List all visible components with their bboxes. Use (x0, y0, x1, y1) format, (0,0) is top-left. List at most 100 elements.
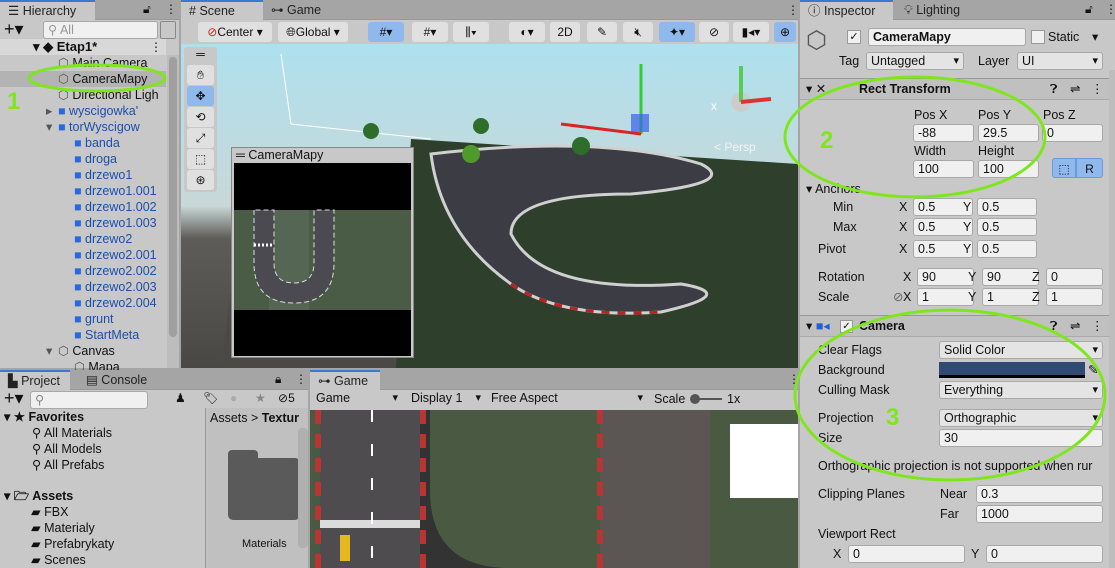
height-input[interactable]: 100 (978, 160, 1039, 178)
far-input[interactable]: 1000 (976, 505, 1103, 523)
more-icon[interactable]: ⋮ (165, 2, 177, 16)
hierarchy-item[interactable]: ■ StartMeta (0, 327, 166, 343)
folder-prefabrykaty[interactable]: ▰ Prefabrykaty (31, 536, 114, 552)
rotate-tool-icon[interactable]: ⟲ (187, 107, 214, 127)
folder-icon[interactable] (228, 458, 300, 520)
tab-game[interactable]: ⊶ Game (310, 370, 380, 390)
more-icon[interactable]: ⋮ (1091, 80, 1104, 98)
hierarchy-item[interactable]: ⬡ CameraMapy (0, 71, 166, 87)
move-tool-icon[interactable]: ✥ (187, 86, 214, 106)
hierarchy-item[interactable]: ⬡ Main Camera (0, 55, 166, 71)
max-y-input[interactable]: 0.5 (977, 218, 1037, 236)
hierarchy-item[interactable]: ■ drzewo2.002 (0, 263, 166, 279)
tag-dropdown[interactable]: Untagged (866, 52, 964, 70)
favorite-all-prefabs[interactable]: ⚲ All Prefabs (32, 457, 104, 473)
tab-hierarchy[interactable]: ☰ Hierarchy (0, 0, 95, 20)
aspect-dropdown[interactable]: Free Aspect (487, 390, 647, 408)
display-dropdown[interactable]: Display 1 (407, 390, 485, 408)
project-search-input[interactable]: ⚲ (30, 391, 148, 409)
static-checkbox[interactable] (1031, 30, 1045, 44)
audio-toggle-icon[interactable]: 🔇︎ (623, 22, 653, 42)
hierarchy-item[interactable]: ■ drzewo1 (0, 167, 166, 183)
hierarchy-item[interactable]: ■ drzewo2 (0, 231, 166, 247)
object-name-input[interactable]: CameraMapy (868, 28, 1026, 46)
breadcrumb-assets[interactable]: Assets (210, 411, 248, 425)
active-checkbox[interactable]: ✓ (847, 30, 861, 44)
perspective-label[interactable]: < Persp (714, 140, 756, 154)
breadcrumb-current[interactable]: Textur (262, 411, 299, 425)
game-view[interactable] (310, 410, 798, 568)
rect-transform-header[interactable]: ▾ ✕ Rect Transform ❓︎ ⇌ ⋮ (800, 78, 1115, 100)
hierarchy-item[interactable]: ■ drzewo2.003 (0, 279, 166, 295)
rotation-z-input[interactable]: 0 (1046, 268, 1103, 286)
tab-lighting[interactable]: 💡︎ Lighting (896, 0, 968, 20)
hierarchy-item[interactable]: ▸ ■ wyscigowka' (0, 103, 166, 119)
near-input[interactable]: 0.3 (976, 485, 1103, 503)
camera-settings-icon[interactable]: ▮◂▾ (733, 22, 769, 42)
lock-icon[interactable]: 🔓︎ (143, 2, 151, 17)
hierarchy-item[interactable]: ▾ ⬡ Canvas (0, 343, 166, 359)
pivot-y-input[interactable]: 0.5 (977, 240, 1037, 258)
foldout-arrow-icon[interactable]: ▾ (46, 343, 52, 359)
hierarchy-item[interactable]: ■ banda (0, 135, 166, 151)
foldout-arrow-icon[interactable]: ▾ (46, 119, 52, 135)
hierarchy-item[interactable]: ■ drzewo1.002 (0, 199, 166, 215)
lock-icon[interactable]: 🔓︎ (1085, 2, 1093, 17)
background-color-swatch[interactable] (939, 362, 1085, 378)
effects-toggle-icon[interactable]: ✦▾ (659, 22, 695, 42)
blueprint-mode-button[interactable]: ⬚ (1052, 158, 1076, 178)
space-global-button[interactable]: 🌐︎Global ▾ (278, 22, 348, 42)
presets-icon[interactable]: ⇌ (1070, 80, 1080, 98)
foldout-arrow-icon[interactable]: ▸ (46, 103, 52, 119)
posz-input[interactable]: 0 (1042, 124, 1103, 142)
favorite-all-models[interactable]: ⚲ All Models (32, 441, 102, 457)
posy-input[interactable]: 29.5 (978, 124, 1039, 142)
favorite-all-materials[interactable]: ⚲ All Materials (32, 425, 112, 441)
favorites-foldout[interactable]: ▾ ★ Favorites (4, 409, 84, 425)
folder-label[interactable]: Materials (242, 538, 287, 550)
scale-z-input[interactable]: 1 (1046, 288, 1103, 306)
scale-tool-icon[interactable]: ⤢ (187, 128, 214, 148)
tab-inspector[interactable]: ⓘ Inspector (800, 0, 893, 20)
viewport-y-input[interactable]: 0 (986, 545, 1103, 563)
posx-input[interactable]: -88 (913, 124, 974, 142)
hierarchy-item[interactable]: ⬡ Directional Ligh (0, 87, 166, 103)
static-dropdown-icon[interactable]: ▾ (1092, 28, 1098, 46)
hierarchy-item[interactable]: ■ drzewo2.004 (0, 295, 166, 311)
clear-flags-dropdown[interactable]: Solid Color (939, 341, 1103, 359)
hierarchy-item[interactable]: ▾ ■ torWyscigow (0, 119, 166, 135)
tab-game[interactable]: ⊶ Game (263, 0, 329, 20)
transform-tool-icon[interactable]: ⊛ (187, 170, 214, 190)
layer-dropdown[interactable]: UI (1017, 52, 1103, 70)
camera-header[interactable]: ▾ ■◂ ✓ Camera ❓︎ ⇌ ⋮ (800, 315, 1115, 337)
pivot-center-button[interactable]: ⊘Center ▾ (198, 22, 272, 42)
help-icon[interactable]: ❓︎ (1050, 317, 1058, 335)
viewport-x-input[interactable]: 0 (848, 545, 965, 563)
add-icon[interactable]: +▾ (4, 19, 24, 40)
assets-foldout[interactable]: ▾ 🗁︎ Assets (4, 488, 73, 504)
game-mode-dropdown[interactable]: Game (312, 390, 402, 408)
lighting-toggle-icon[interactable]: ✎ (587, 22, 617, 42)
size-input[interactable]: 30 (939, 429, 1103, 447)
rotation-y-input[interactable]: 90 (982, 268, 1039, 286)
lock-icon[interactable]: 🔒︎ (275, 372, 281, 387)
filter-log-icon[interactable]: ● (230, 391, 237, 405)
hierarchy-scrollbar[interactable] (167, 55, 179, 368)
more-icon[interactable]: ⋮ (1091, 317, 1104, 335)
constrain-proportions-icon[interactable]: ⊘ (893, 288, 903, 306)
favorite-icon[interactable]: ★ (255, 391, 266, 405)
visibility-toggle-icon[interactable]: ⊘ (699, 22, 729, 42)
snap-increment-button[interactable]: #▾ (412, 22, 448, 42)
folder-fbx[interactable]: ▰ FBX (31, 504, 68, 520)
asset-scrollbar[interactable] (298, 428, 308, 548)
help-icon[interactable]: ❓︎ (1050, 80, 1058, 98)
anchors-foldout[interactable]: ▾ Anchors (806, 180, 861, 198)
hierarchy-item[interactable]: ■ drzewo2.001 (0, 247, 166, 263)
hierarchy-item[interactable]: ■ droga (0, 151, 166, 167)
rotation-x-input[interactable]: 90 (917, 268, 974, 286)
culling-mask-dropdown[interactable]: Everything (939, 381, 1103, 399)
camera-enabled-checkbox[interactable]: ✓ (840, 320, 853, 333)
hand-tool-icon[interactable]: ✋︎ (187, 65, 214, 85)
scale-slider[interactable] (690, 394, 722, 404)
gizmos-icon[interactable]: ⊕ (774, 22, 796, 42)
